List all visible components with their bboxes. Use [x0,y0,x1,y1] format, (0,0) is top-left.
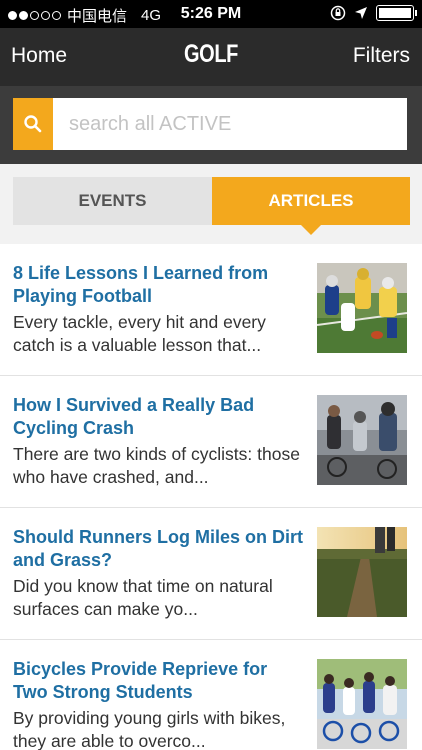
article-title[interactable]: Should Runners Log Miles on Dirt and Gra… [13,526,303,572]
article-title[interactable]: Bicycles Provide Reprieve for Two Strong… [13,658,303,704]
status-right [330,5,417,21]
article-excerpt: Every tackle, every hit and every catch … [13,312,266,355]
list-item[interactable]: 8 Life Lessons I Learned from Playing Fo… [0,244,422,376]
article-excerpt: Did you know that time on natural surfac… [13,576,273,619]
list-item[interactable]: Should Runners Log Miles on Dirt and Gra… [0,508,422,640]
orientation-lock-icon [330,5,346,21]
article-list: 8 Life Lessons I Learned from Playing Fo… [0,244,422,750]
article-title[interactable]: How I Survived a Really Bad Cycling Cras… [13,394,303,440]
article-excerpt: By providing young girls with bikes, the… [13,708,286,750]
tab-articles[interactable]: ARTICLES [212,177,410,235]
status-bar: 中国电信 4G 5:26 PM [0,0,422,28]
article-title[interactable]: 8 Life Lessons I Learned from Playing Fo… [13,262,303,308]
search-icon[interactable] [13,98,53,150]
battery-icon [376,5,417,21]
page-title: GOLF [184,40,238,68]
search-area [0,86,422,164]
list-item[interactable]: Bicycles Provide Reprieve for Two Strong… [0,640,422,750]
filters-button[interactable]: Filters [353,44,410,68]
list-item[interactable]: How I Survived a Really Bad Cycling Cras… [0,376,422,508]
dirt-trail-runner-image[interactable] [317,527,407,617]
search-box [13,98,407,150]
football-players-image[interactable] [317,263,407,353]
navigation-bar: Home GOLF Filters [0,28,422,86]
cyclists-image[interactable] [317,395,407,485]
tab-events[interactable]: EVENTS [13,177,212,225]
students-bicycles-image[interactable] [317,659,407,749]
article-excerpt: There are two kinds of cyclists: those w… [13,444,300,487]
search-input[interactable] [53,98,407,150]
location-arrow-icon [355,7,367,19]
tab-bar: EVENTS ARTICLES [0,164,422,244]
